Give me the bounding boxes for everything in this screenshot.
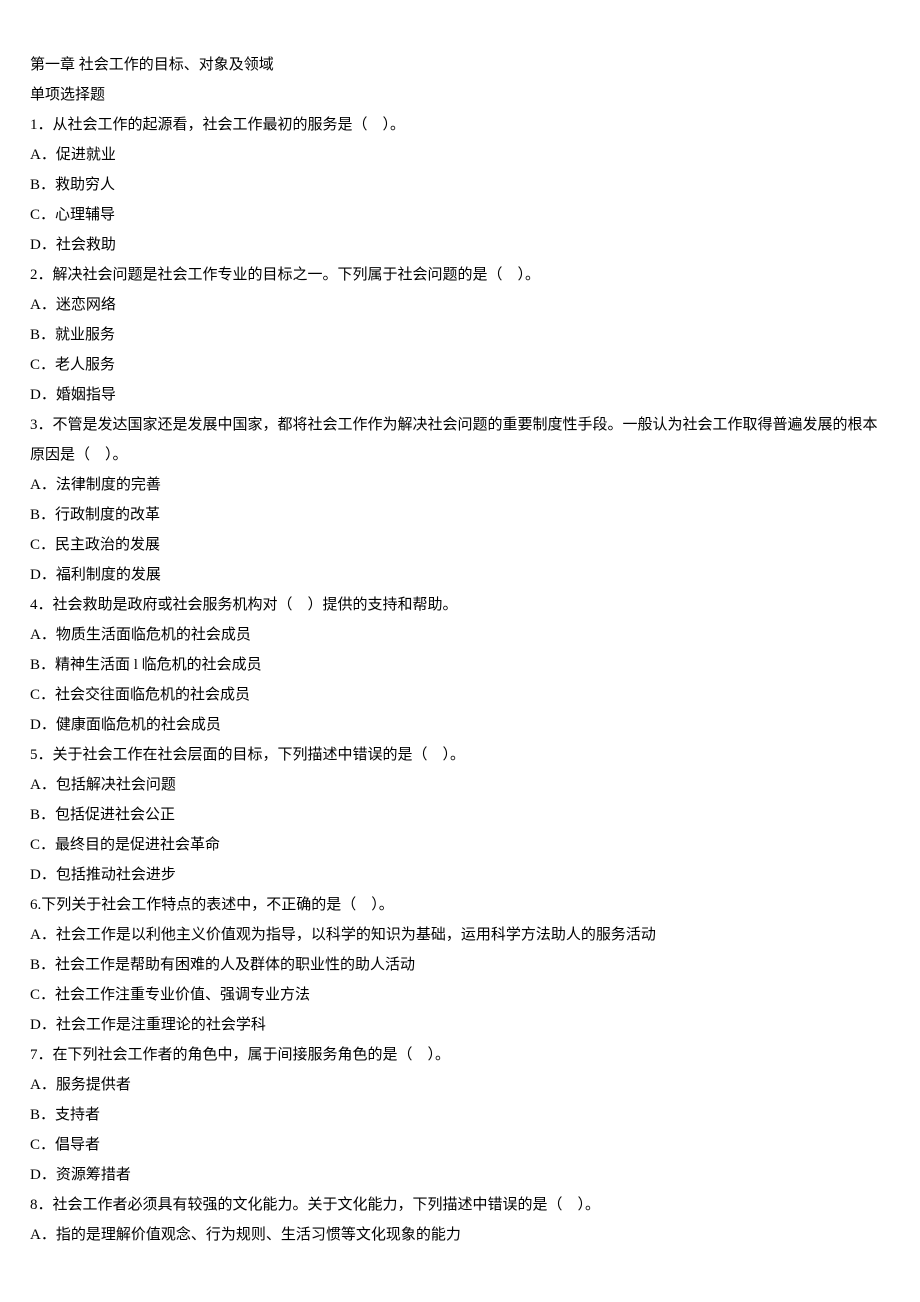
question-option: C．民主政治的发展 <box>30 530 890 560</box>
question-stem: 8．社会工作者必须具有较强的文化能力。关于文化能力，下列描述中错误的是（ ）。 <box>30 1190 890 1220</box>
question-option: D．社会救助 <box>30 230 890 260</box>
question-stem: 3．不管是发达国家还是发展中国家，都将社会工作作为解决社会问题的重要制度性手段。… <box>30 410 890 470</box>
chapter-title: 第一章 社会工作的目标、对象及领域 <box>30 50 890 80</box>
question-option: C．社会交往面临危机的社会成员 <box>30 680 890 710</box>
question-stem: 7．在下列社会工作者的角色中，属于间接服务角色的是（ ）。 <box>30 1040 890 1070</box>
question-option: C．社会工作注重专业价值、强调专业方法 <box>30 980 890 1010</box>
question-option: A．指的是理解价值观念、行为规则、生活习惯等文化现象的能力 <box>30 1220 890 1250</box>
question-stem: 6.下列关于社会工作特点的表述中，不正确的是（ ）。 <box>30 890 890 920</box>
question-option: D．社会工作是注重理论的社会学科 <box>30 1010 890 1040</box>
question-option: A．法律制度的完善 <box>30 470 890 500</box>
question-option: B．精神生活面 l 临危机的社会成员 <box>30 650 890 680</box>
question-option: B．就业服务 <box>30 320 890 350</box>
question-option: D．婚姻指导 <box>30 380 890 410</box>
question-option: A．社会工作是以利他主义价值观为指导，以科学的知识为基础，运用科学方法助人的服务… <box>30 920 890 950</box>
question-option: D．福利制度的发展 <box>30 560 890 590</box>
question-option: B．包括促进社会公正 <box>30 800 890 830</box>
question-option: C．倡导者 <box>30 1130 890 1160</box>
question-option: A．包括解决社会问题 <box>30 770 890 800</box>
section-title: 单项选择题 <box>30 80 890 110</box>
question-stem: 5．关于社会工作在社会层面的目标，下列描述中错误的是（ ）。 <box>30 740 890 770</box>
question-option: A．促进就业 <box>30 140 890 170</box>
question-option: B．社会工作是帮助有困难的人及群体的职业性的助人活动 <box>30 950 890 980</box>
question-option: A．服务提供者 <box>30 1070 890 1100</box>
question-option: C．老人服务 <box>30 350 890 380</box>
question-option: D．资源筹措者 <box>30 1160 890 1190</box>
question-option: C．心理辅导 <box>30 200 890 230</box>
question-stem: 1．从社会工作的起源看，社会工作最初的服务是（ ）。 <box>30 110 890 140</box>
question-stem: 2．解决社会问题是社会工作专业的目标之一。下列属于社会问题的是（ ）。 <box>30 260 890 290</box>
question-option: A．物质生活面临危机的社会成员 <box>30 620 890 650</box>
question-option: A．迷恋网络 <box>30 290 890 320</box>
question-option: B．支持者 <box>30 1100 890 1130</box>
question-option: D．健康面临危机的社会成员 <box>30 710 890 740</box>
question-stem: 4．社会救助是政府或社会服务机构对（ ）提供的支持和帮助。 <box>30 590 890 620</box>
question-option: C．最终目的是促进社会革命 <box>30 830 890 860</box>
question-option: D．包括推动社会进步 <box>30 860 890 890</box>
question-option: B．救助穷人 <box>30 170 890 200</box>
question-option: B．行政制度的改革 <box>30 500 890 530</box>
